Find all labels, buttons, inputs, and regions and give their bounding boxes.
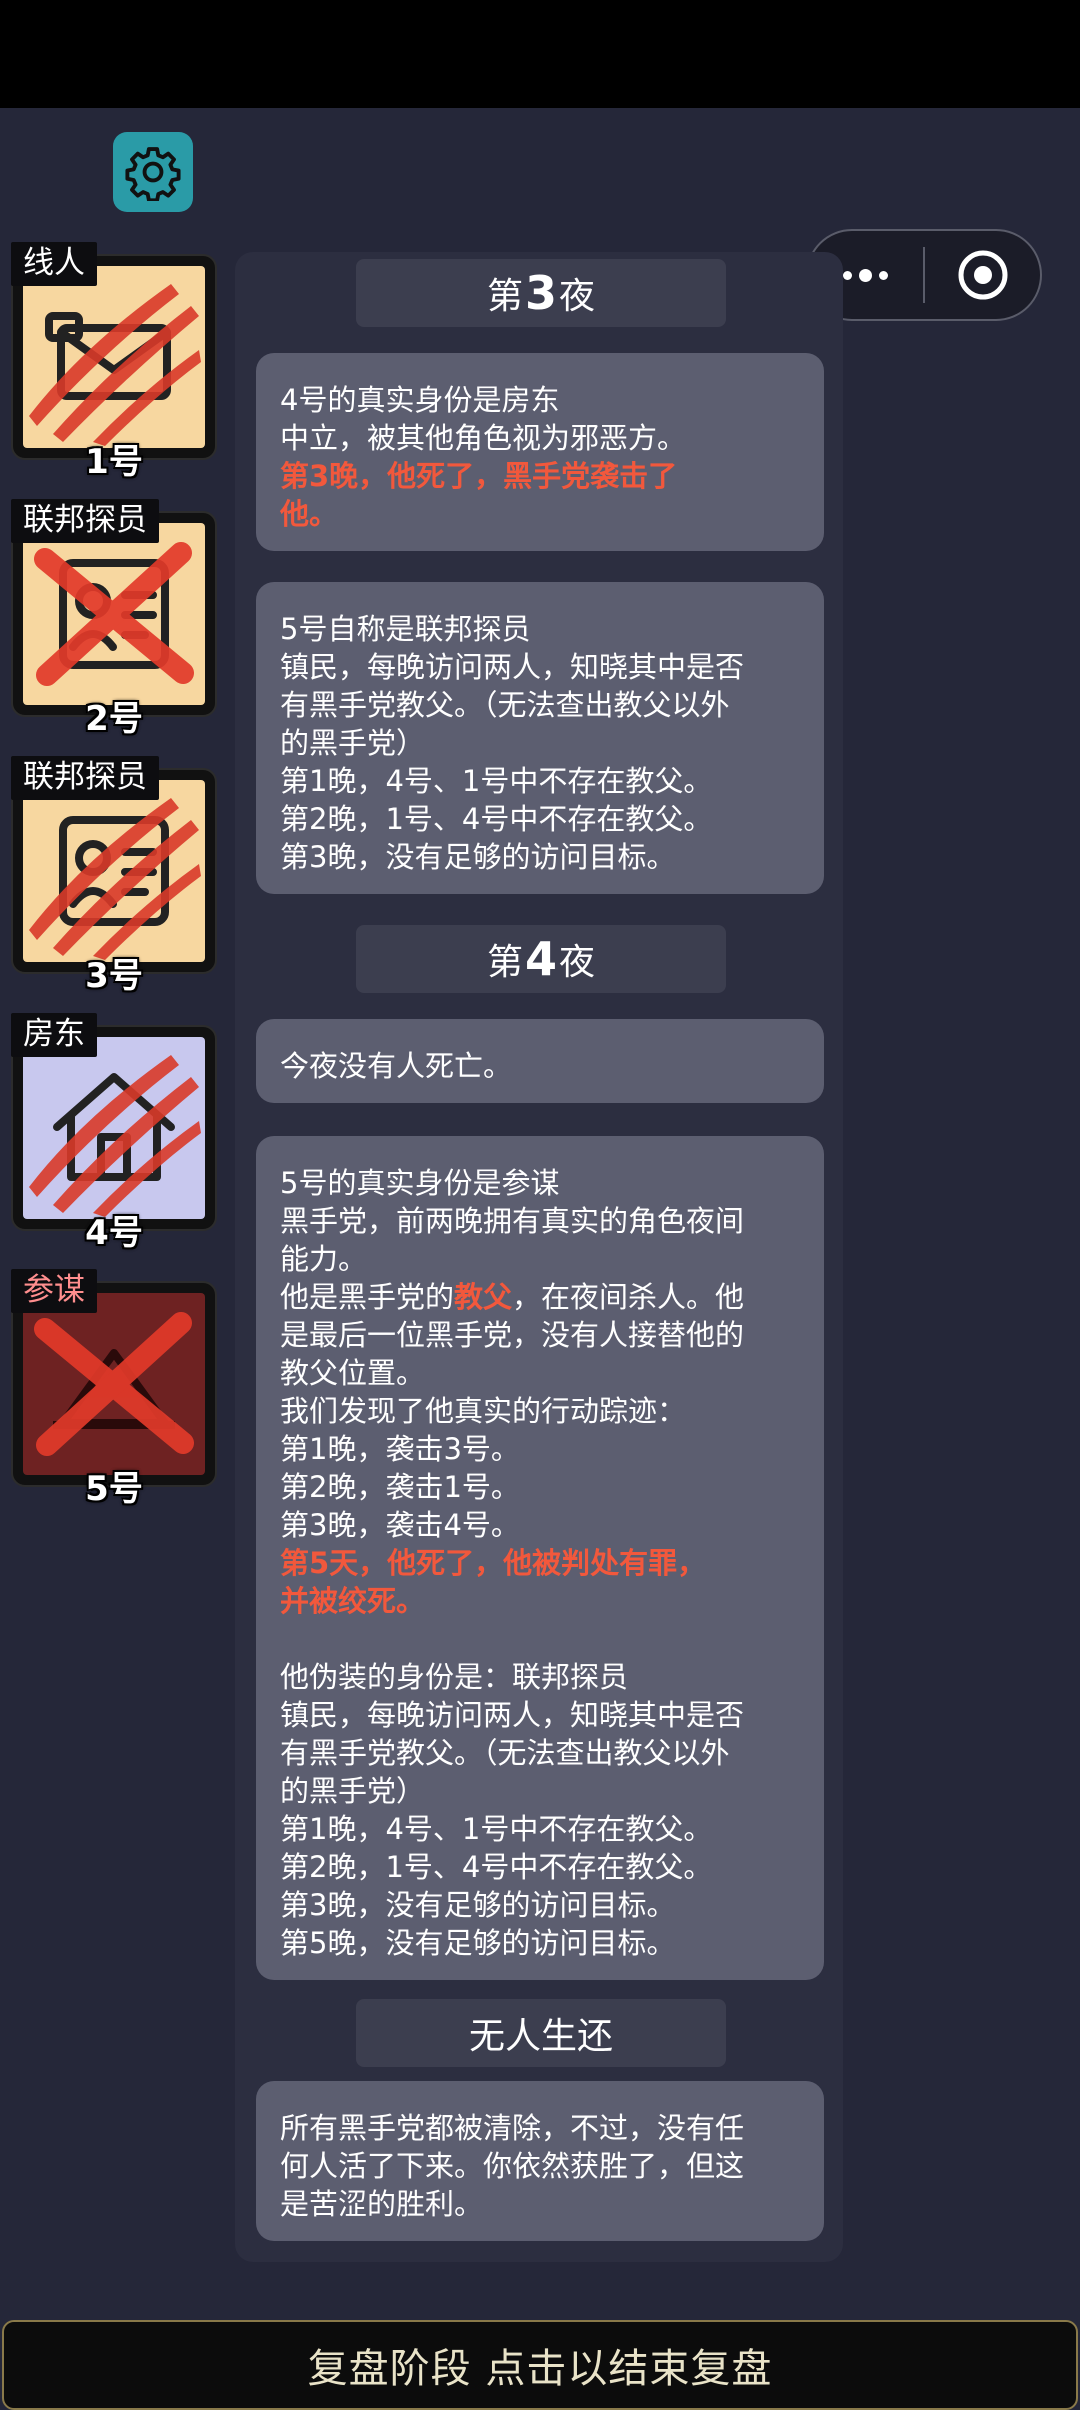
log-line: 何人活了下来。你依然获胜了，但这 xyxy=(280,2149,745,2183)
night-suffix: 夜 xyxy=(559,276,596,317)
log-entry: 4号的真实身份是房东中立，被其他角色视为邪恶方。 第3晚，他死了，黑手党袭击了 他。 xyxy=(256,353,824,551)
log-line: 所有黑手党都被清除，不过，没有任 xyxy=(280,2111,745,2145)
log-line: 中立，被其他角色视为邪恶方。 xyxy=(280,421,687,455)
close-button[interactable] xyxy=(925,231,1040,319)
house-icon xyxy=(23,1037,205,1219)
night-prefix: 第 xyxy=(486,276,523,317)
highlight-text: 教父 xyxy=(454,1280,513,1314)
log-line: 第3晚，没有足够的访问目标。 xyxy=(280,1888,676,1922)
ending-header: 无人生还 xyxy=(356,1999,726,2067)
player-card[interactable]: 联邦探员 3号 xyxy=(11,756,221,996)
night-prefix: 第 xyxy=(486,942,523,983)
envelope-icon xyxy=(23,266,205,448)
ending-title: 无人生还 xyxy=(468,2016,613,2057)
log-line: 的黑手党） xyxy=(280,726,426,760)
log-line: 第3晚，他死了，黑手党袭击了 xyxy=(280,459,678,493)
log-line: 第2晚，1号、4号中不存在教父。 xyxy=(280,1850,713,1884)
player-number: 3号 xyxy=(85,956,143,996)
log-line: 他。 xyxy=(280,497,339,531)
player-role-label: 联邦探员 xyxy=(11,756,159,800)
night-header: 第4夜 xyxy=(356,925,726,993)
log-line: 的黑手党） xyxy=(280,1774,426,1808)
log-line: 黑手党，前两晚拥有真实的角色夜间 xyxy=(280,1204,745,1238)
badge-icon xyxy=(23,523,205,705)
claw-mark-icon xyxy=(29,798,201,960)
player-role-label: 参谋 xyxy=(11,1269,97,1313)
log-line: 有黑手党教父。（无法查出教父以外 xyxy=(280,1736,730,1770)
log-line: 是最后一位黑手党，没有人接替他的 xyxy=(280,1318,745,1352)
log-line: 第1晚，4号、1号中不存在教父。 xyxy=(280,1812,713,1846)
log-line: 第2晚，袭击1号。 xyxy=(280,1470,520,1504)
log-line: 5号的真实身份是参谋 xyxy=(280,1166,560,1200)
log-line: 有黑手党教父。（无法查出教父以外 xyxy=(280,688,730,722)
log-line: 第2晚，1号、4号中不存在教父。 xyxy=(280,802,713,836)
log-text: ，在夜间杀人。他 xyxy=(512,1280,745,1314)
night-number: 4 xyxy=(524,932,557,986)
log-line: 镇民，每晚访问两人，知晓其中是否 xyxy=(280,650,745,684)
badge-icon xyxy=(23,780,205,962)
record-circle-icon xyxy=(958,250,1007,300)
log-line: 今夜没有人死亡。 xyxy=(280,1049,513,1083)
log-entry: 5号的真实身份是参谋 黑手党，前两晚拥有真实的角色夜间 能力。 他是黑手党的教父，在夜… xyxy=(256,1136,824,1980)
player-card[interactable]: 房东 4号 xyxy=(11,1013,221,1253)
player-card[interactable]: 参谋 5号 xyxy=(11,1269,221,1509)
log-line: 他伪装的身份是：联邦探员 xyxy=(280,1660,629,1694)
log-line: 是苦涩的胜利。 xyxy=(280,2187,484,2221)
player-role-label: 线人 xyxy=(11,242,97,286)
night-header: 第3夜 xyxy=(356,259,726,327)
end-review-button[interactable]: 复盘阶段 点击以结束复盘 xyxy=(2,2320,1078,2410)
log-line: 4号的真实身份是房东 xyxy=(280,383,560,417)
log-entry: 5号自称是联邦探员镇民，每晚访问两人，知晓其中是否 有黑手党教父。（无法查出教父以… xyxy=(256,582,824,894)
player-number: 5号 xyxy=(85,1469,143,1509)
log-line: 第1晚，4号、1号中不存在教父。 xyxy=(280,764,713,798)
end-review-label: 复盘阶段 点击以结束复盘 xyxy=(307,2346,773,2392)
player-card[interactable]: 联邦探员 2号 xyxy=(11,499,221,739)
log-line: 第1晚，袭击3号。 xyxy=(280,1432,520,1466)
player-role-label: 房东 xyxy=(11,1013,97,1057)
log-line: 教父位置。 xyxy=(280,1356,426,1390)
log-line: 能力。 xyxy=(280,1242,368,1276)
log-line: 他是黑手党的教父，在夜间杀人。他 xyxy=(280,1278,800,1316)
player-number: 2号 xyxy=(85,699,143,739)
log-line: 镇民，每晚访问两人，知晓其中是否 xyxy=(280,1698,745,1732)
hat-icon xyxy=(23,1293,205,1475)
claw-mark-icon xyxy=(29,1055,201,1217)
player-card[interactable]: 线人 1号 xyxy=(11,242,221,482)
more-dots-icon xyxy=(843,268,888,282)
log-entry: 今夜没有人死亡。 xyxy=(256,1019,824,1103)
log-entry: 所有黑手党都被清除，不过，没有任 何人活了下来。你依然获胜了，但这 是苦涩的胜利。 xyxy=(256,2081,824,2241)
log-line: 我们发现了他真实的行动踪迹： xyxy=(280,1394,687,1428)
player-number: 4号 xyxy=(85,1213,143,1253)
log-line: 第3晚，没有足够的访问目标。 xyxy=(280,840,676,874)
log-line: 5号自称是联邦探员 xyxy=(280,612,531,646)
cross-mark-icon xyxy=(34,542,194,686)
status-bar xyxy=(0,0,1080,108)
log-line: 第5天，他死了，他被判处有罪， xyxy=(280,1546,707,1580)
log-line: 第3晚，袭击4号。 xyxy=(280,1508,520,1542)
claw-mark-icon xyxy=(29,284,201,446)
player-role-label: 联邦探员 xyxy=(11,499,159,543)
night-number: 3 xyxy=(524,266,557,320)
log-line: 第5晚，没有足够的访问目标。 xyxy=(280,1926,676,1960)
log-line: 并被绞死。 xyxy=(280,1584,426,1618)
settings-button[interactable] xyxy=(113,132,193,212)
gear-icon xyxy=(125,147,181,201)
log-text: 他是黑手党的 xyxy=(280,1280,455,1314)
cross-mark-icon xyxy=(34,1312,194,1456)
player-number: 1号 xyxy=(85,442,143,482)
night-suffix: 夜 xyxy=(559,942,596,983)
